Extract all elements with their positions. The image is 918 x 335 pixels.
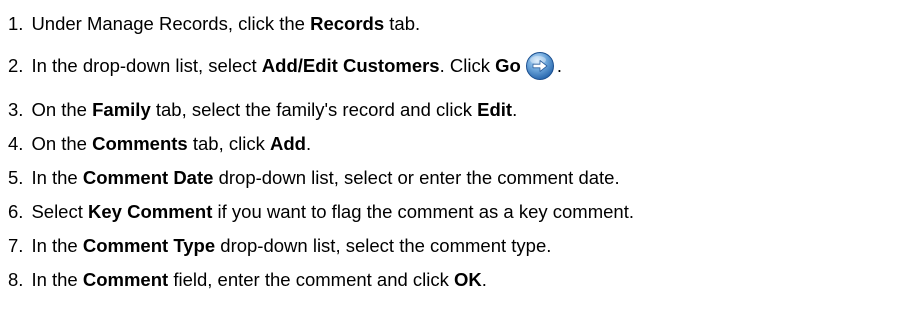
step-text: tab, click [187,132,270,154]
step-text: On the [31,132,93,154]
step-text: In the drop-down list, select [31,54,262,76]
step-text-bold: Comment Date [82,166,214,188]
step-text-bold: Edit [477,98,513,120]
step-number: 1. [8,12,24,34]
step-text-bold: Key Comment [88,200,213,222]
step-text-bold: Comment Type [82,234,216,256]
step-text: On the [31,98,93,120]
step-text-bold: Comments [92,132,188,154]
step-text: Under Manage Records, click the [31,12,311,34]
step-text: drop-down list, select or enter the comm… [213,166,620,188]
step-text: In the [31,234,83,256]
step-text-bold: Add/Edit Customers [261,54,440,76]
step-number: 7. [8,234,24,256]
step-text: tab, select the family's record and clic… [150,98,478,120]
step-number: 2. [8,54,24,76]
step-text: if you want to flag the comment as a key… [212,200,634,222]
step-8: 8. In the Comment field, enter the comme… [8,264,487,296]
step-text: . [481,268,487,290]
step-text-bold: Add [269,132,306,154]
step-7: 7. In the Comment Type drop-down list, s… [8,230,551,262]
step-text: In the [31,166,83,188]
step-5: 5. In the Comment Date drop-down list, s… [8,162,620,194]
step-2: 2. In the drop-down list, select Add/Edi… [8,50,562,82]
step-text: . [512,98,518,120]
step-number: 6. [8,200,24,222]
step-text: . [556,54,562,76]
step-4: 4. On the Comments tab, click Add . [8,128,311,160]
step-text-bold: Go [495,54,521,76]
step-number: 5. [8,166,24,188]
step-number: 4. [8,132,24,154]
step-text: drop-down list, select the comment type. [215,234,552,256]
step-text-bold: Comment [82,268,169,290]
step-text-bold: Family [92,98,151,120]
step-number: 3. [8,98,24,120]
step-text: In the [31,268,83,290]
step-text: . Click [439,54,496,76]
step-text-bold: OK [454,268,482,290]
step-text: tab. [384,12,421,34]
step-number: 8. [8,268,24,290]
step-1: 1. Under Manage Records, click the Recor… [8,8,420,40]
step-3: 3. On the Family tab, select the family'… [8,94,517,126]
step-text-bold: Records [310,12,385,34]
step-text: . [305,132,312,154]
go-arrow-icon [525,51,555,81]
step-text: Select [31,200,88,222]
instruction-steps: 1. Under Manage Records, click the Recor… [0,0,918,335]
step-text: field, enter the comment and click [168,268,455,290]
step-6: 6. Select Key Comment if you want to fla… [8,196,634,228]
